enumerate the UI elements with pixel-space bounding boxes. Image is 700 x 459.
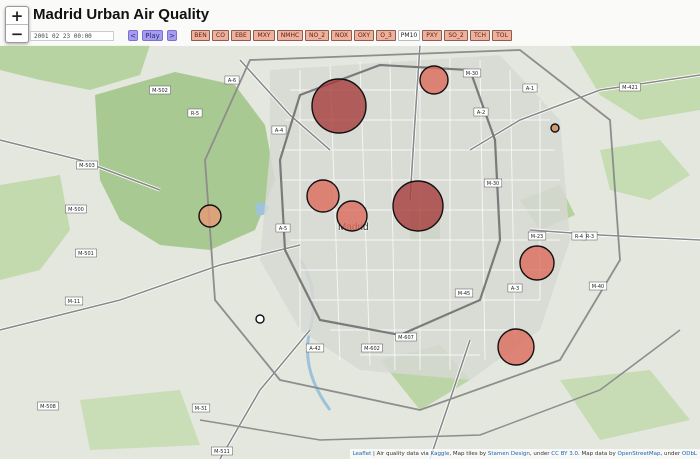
station-marker-6[interactable] [497,328,535,366]
pollutant-chip-nmhc[interactable]: NMHC [277,30,303,41]
station-marker-1[interactable] [311,78,367,134]
pollutant-chip-pxy[interactable]: PXY [422,30,442,41]
station-markers[interactable] [0,0,700,459]
timestamp-field[interactable]: 2001 02 23 00:00 [30,31,114,41]
attribution: Leaflet | Air quality data via Kaggle, M… [349,449,700,459]
prev-button[interactable]: < [128,30,138,41]
zoom-out-button[interactable]: − [6,24,28,43]
pollutant-chip-co[interactable]: CO [212,30,229,41]
station-marker-5[interactable] [519,245,555,281]
zoom-in-button[interactable]: + [6,7,28,25]
kaggle-link[interactable]: Kaggle [431,451,450,457]
pollutant-chip-no2[interactable]: NO_2 [305,30,329,41]
ccby-link[interactable]: CC BY 3.0 [551,451,578,457]
station-marker-8[interactable] [198,204,222,228]
pollutant-chip-nox[interactable]: NOX [331,30,352,41]
station-marker-2[interactable] [392,180,444,232]
station-marker-4[interactable] [336,200,368,232]
pollutant-chip-o3[interactable]: O_3 [376,30,396,41]
pollutant-chip-pm10[interactable]: PM10 [398,30,420,41]
pollutant-chip-mxy[interactable]: MXY [253,30,275,41]
pollutant-chip-so2[interactable]: SO_2 [444,30,468,41]
odbl-link[interactable]: ODbL [682,451,697,457]
control-panel: + − Madrid Urban Air Quality 2001 02 23 … [0,0,700,46]
zoom-control: + − [5,6,29,43]
station-marker-9[interactable] [550,123,560,133]
pollutant-chip-tch[interactable]: TCH [470,30,490,41]
pollutant-chip-tol[interactable]: TOL [492,30,512,41]
leaflet-link[interactable]: Leaflet [353,451,372,457]
stamen-link[interactable]: Stamen Design [488,451,530,457]
play-button[interactable]: Play [142,30,163,41]
pollutant-chip-ben[interactable]: BEN [191,30,210,41]
station-marker-3[interactable] [306,179,340,213]
station-marker-7[interactable] [419,65,449,95]
osm-link[interactable]: OpenStreetMap [618,451,661,457]
station-marker-10[interactable] [255,314,265,324]
next-button[interactable]: > [167,30,177,41]
map[interactable]: M-30 A-1 A-2 A-3 A-4 A-5 A-6 A-42 M-11 M-40 M-30 M-… [0,0,700,459]
pollutant-chip-ebe[interactable]: EBE [231,30,251,41]
pollutant-chip-oxy[interactable]: OXY [354,30,374,41]
page-title: Madrid Urban Air Quality [33,6,210,23]
